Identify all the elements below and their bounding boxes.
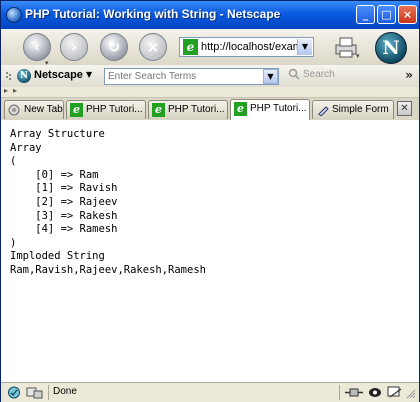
tab-php-tutorial-active[interactable]: e PHP Tutori... xyxy=(230,99,310,120)
tab-bar: New Tab e PHP Tutori... e PHP Tutori... … xyxy=(1,98,419,121)
toolbar-grip-icon[interactable] xyxy=(5,71,13,81)
tab-simple-form[interactable]: Simple Form xyxy=(312,100,394,119)
ie-engine-icon: e xyxy=(70,103,83,117)
status-text: Done xyxy=(53,386,77,397)
search-icon[interactable] xyxy=(288,68,300,80)
status-separator xyxy=(48,385,49,400)
output-line: ( xyxy=(10,155,17,168)
address-input[interactable]: http://localhost/example xyxy=(201,41,297,53)
toolbar-collapse-strip: ▸ ▸ xyxy=(1,86,419,98)
close-button[interactable]: × xyxy=(398,5,417,24)
collapse-arrow-icon[interactable]: ▸ xyxy=(13,86,17,95)
output-line: ) xyxy=(10,236,17,249)
plugin-icon[interactable] xyxy=(344,386,364,399)
toolbar-overflow-icon[interactable]: » xyxy=(405,68,413,82)
tab-label: PHP Tutori... xyxy=(250,103,307,114)
output-line: [4] => Ramesh xyxy=(10,223,118,236)
output-line: Ram,Ravish,Rajeev,Rakesh,Ramesh xyxy=(10,263,206,276)
output-line: [3] => Rakesh xyxy=(10,209,118,222)
search-button[interactable]: Search xyxy=(303,69,335,80)
forward-icon[interactable]: › xyxy=(60,33,88,61)
browser-window: PHP Tutorial: Working with String - Nets… xyxy=(0,0,420,402)
svg-text:▾: ▾ xyxy=(356,52,360,59)
connection-icon[interactable] xyxy=(26,386,44,399)
back-icon[interactable]: ‹ xyxy=(23,33,51,61)
reload-icon[interactable]: ↻ xyxy=(100,33,128,61)
netscape-logo-icon[interactable]: N xyxy=(375,32,407,64)
output-line: Imploded String xyxy=(10,250,105,263)
print-icon[interactable]: ▾ xyxy=(334,35,360,59)
collapse-arrow-icon[interactable]: ▸ xyxy=(4,86,8,95)
tab-label: Simple Form xyxy=(332,104,389,115)
output-line: [1] => Ravish xyxy=(10,182,118,195)
page-content: Array Structure Array ( [0] => Ram [1] =… xyxy=(1,120,419,382)
search-input[interactable] xyxy=(104,68,279,85)
output-line: [2] => Rajeev xyxy=(10,195,118,208)
output-text: Array Structure Array ( [0] => Ram [1] =… xyxy=(10,128,206,278)
title-bar[interactable]: PHP Tutorial: Working with String - Nets… xyxy=(1,1,419,30)
ie-engine-icon: e xyxy=(183,39,198,55)
tab-label: PHP Tutori... xyxy=(168,104,225,115)
output-line: Array xyxy=(10,141,42,154)
tab-new-tab[interactable]: New Tab xyxy=(4,100,64,119)
minimize-button[interactable]: _ xyxy=(356,5,375,24)
address-dropdown-icon[interactable]: ▼ xyxy=(297,39,312,55)
search-engine-dropdown-icon[interactable]: ▼ xyxy=(263,69,278,84)
resize-grip-icon[interactable] xyxy=(406,386,416,399)
stop-icon[interactable]: × xyxy=(139,33,167,61)
close-tab-icon[interactable]: ✕ xyxy=(397,101,412,116)
ie-engine-icon: e xyxy=(234,102,247,116)
tab-php-tutorial[interactable]: e PHP Tutori... xyxy=(66,100,146,119)
maximize-button[interactable]: □ xyxy=(377,5,396,24)
new-tab-icon xyxy=(8,104,20,116)
status-separator xyxy=(339,385,340,400)
popup-blocker-icon[interactable] xyxy=(387,386,403,399)
status-bar: Done xyxy=(1,382,419,402)
navigation-toolbar: ‹ ▾ › ↻ × e http://localhost/example ▼ ▾… xyxy=(1,29,419,67)
security-icon[interactable] xyxy=(7,386,21,399)
netscape-menu-icon[interactable]: N xyxy=(17,69,31,83)
output-line: [0] => Ram xyxy=(10,168,99,181)
page-icon xyxy=(318,106,329,116)
tab-label: New Tab xyxy=(24,104,63,115)
tab-php-tutorial[interactable]: e PHP Tutori... xyxy=(148,100,228,119)
netscape-menu-button[interactable]: Netscape xyxy=(34,69,83,81)
cookie-icon[interactable] xyxy=(367,386,383,399)
ie-engine-icon: e xyxy=(152,103,165,117)
netscape-window-icon[interactable] xyxy=(6,7,22,23)
output-line: Array Structure xyxy=(10,128,105,140)
search-toolbar: N Netscape ▼ ▼ Search » xyxy=(1,65,419,88)
window-title: PHP Tutorial: Working with String - Nets… xyxy=(25,7,281,21)
address-bar[interactable]: e http://localhost/example ▼ xyxy=(179,37,314,57)
tab-label: PHP Tutori... xyxy=(86,104,143,115)
netscape-menu-chevron-icon[interactable]: ▼ xyxy=(86,70,92,79)
